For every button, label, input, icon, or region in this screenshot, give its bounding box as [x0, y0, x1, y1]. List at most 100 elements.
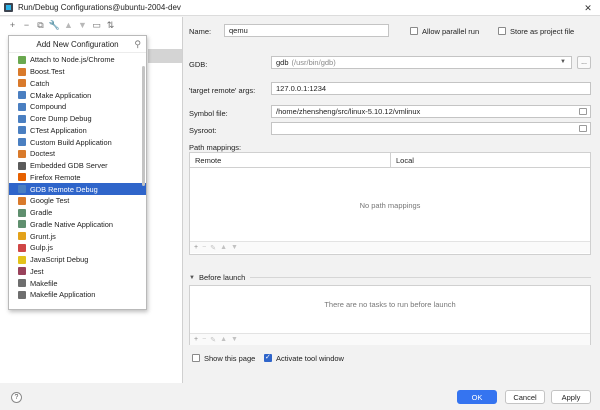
edit-icon[interactable]: ✎ [210, 244, 216, 252]
allow-parallel-checkbox[interactable] [410, 27, 418, 35]
makefile-app-icon [18, 290, 26, 299]
store-project-checkbox[interactable] [498, 27, 506, 35]
column-header-remote[interactable]: Remote [190, 153, 391, 168]
add-icon[interactable]: + [194, 244, 198, 251]
config-type-label: Firefox Remote [30, 172, 81, 182]
before-launch-tasks: There are no tasks to run before launch … [189, 285, 591, 345]
coredump-icon [18, 114, 26, 123]
no-mappings-text: No path mappings [359, 201, 421, 210]
config-type-item[interactable]: Core Dump Debug [9, 113, 146, 125]
config-type-item[interactable]: Doctest [9, 148, 146, 160]
gdb-select[interactable]: gdb (/usr/bin/gdb) ▼ [271, 56, 572, 69]
before-launch-section[interactable]: ▼ Before launch [189, 273, 591, 282]
arrow-down-icon[interactable]: ▼ [231, 336, 238, 343]
symbol-file-label: Symbol file: [189, 109, 228, 118]
close-window-button[interactable]: ✕ [576, 0, 600, 16]
mappings-toolbar: + − ✎ ▲ ▼ [190, 241, 590, 253]
activate-tool-checkbox[interactable] [264, 353, 272, 362]
activate-tool-label: Activate tool window [276, 354, 344, 363]
apply-button[interactable]: Apply [551, 390, 591, 404]
sysroot-field[interactable] [271, 122, 591, 135]
browse-folder-icon[interactable] [579, 125, 587, 132]
target-remote-field[interactable]: 127.0.0.1:1234 [271, 82, 591, 95]
gdb-remote-icon [18, 185, 26, 194]
config-type-item[interactable]: CTest Application [9, 125, 146, 137]
popup-scrollbar[interactable] [142, 66, 145, 186]
gdb-path: (/usr/bin/gdb) [291, 58, 336, 67]
store-project-label: Store as project file [510, 27, 575, 36]
copy-icon[interactable]: ⧉ [34, 19, 47, 32]
config-type-item[interactable]: Firefox Remote [9, 172, 146, 184]
help-button[interactable]: ? [11, 392, 22, 403]
arrow-up-icon[interactable]: ▲ [220, 336, 227, 343]
remove-icon[interactable]: − [202, 244, 206, 251]
remove-icon[interactable]: − [20, 19, 33, 32]
folder-icon[interactable]: ▭ [90, 19, 103, 32]
config-type-item[interactable]: Makefile Application [9, 289, 146, 301]
popup-header: Add New Configuration ⚲ [9, 36, 146, 53]
gradle-icon [18, 208, 26, 217]
config-type-item[interactable]: Attach to Node.js/Chrome [9, 54, 146, 66]
add-icon[interactable]: + [194, 336, 198, 343]
js-debug-icon [18, 255, 26, 264]
boost-icon [18, 67, 26, 76]
symbol-file-value: /home/zhensheng/src/linux-5.10.12/vmlinu… [276, 107, 421, 116]
doctest-icon [18, 149, 26, 158]
config-type-item[interactable]: Makefile [9, 277, 146, 289]
sort-icon[interactable]: ⇅ [104, 19, 117, 32]
google-test-icon [18, 196, 26, 205]
config-type-item[interactable]: JavaScript Debug [9, 254, 146, 266]
config-type-item[interactable]: Gradle [9, 207, 146, 219]
browse-folder-icon[interactable] [579, 108, 587, 115]
embedded-gdb-icon [18, 161, 26, 170]
config-type-item[interactable]: Gulp.js [9, 242, 146, 254]
node-icon [18, 55, 26, 64]
sysroot-label: Sysroot: [189, 126, 217, 135]
config-type-item[interactable]: Compound [9, 101, 146, 113]
symbol-file-field[interactable]: /home/zhensheng/src/linux-5.10.12/vmlinu… [271, 105, 591, 118]
add-icon[interactable]: + [6, 19, 19, 32]
ok-button[interactable]: OK [457, 390, 497, 404]
selected-config-row[interactable] [148, 49, 182, 63]
gradle-native-icon [18, 220, 26, 229]
config-toolbar: + − ⧉ 🔧 ▲ ▼ ▭ ⇅ [0, 17, 182, 33]
edit-icon[interactable]: ✎ [210, 336, 216, 344]
arrow-up-icon[interactable]: ▲ [220, 244, 227, 251]
config-type-item[interactable]: Grunt.js [9, 230, 146, 242]
arrow-down-icon[interactable]: ▼ [231, 244, 238, 251]
wrench-icon[interactable]: 🔧 [48, 19, 61, 32]
config-type-item[interactable]: Catch [9, 78, 146, 90]
config-type-item[interactable]: Google Test [9, 195, 146, 207]
path-mappings-table: Remote Local No path mappings + − ✎ ▲ ▼ [189, 152, 591, 255]
chevron-down-icon: ▼ [560, 59, 566, 65]
config-type-item[interactable]: Gradle Native Application [9, 219, 146, 231]
config-type-label: CTest Application [30, 125, 87, 135]
arrow-up-icon[interactable]: ▲ [62, 19, 75, 32]
collapse-chevron-icon[interactable]: ▼ [189, 275, 195, 281]
config-type-label: Jest [30, 266, 44, 276]
column-header-local[interactable]: Local [391, 153, 590, 168]
config-type-item[interactable]: Embedded GDB Server [9, 160, 146, 172]
config-type-item[interactable]: Boost.Test [9, 66, 146, 78]
show-page-label: Show this page [204, 354, 256, 363]
name-field[interactable]: qemu [224, 24, 389, 37]
section-divider [250, 277, 591, 278]
gdb-browse-button[interactable]: ... [577, 56, 591, 69]
config-type-item[interactable]: CMake Application [9, 89, 146, 101]
cancel-button[interactable]: Cancel [505, 390, 545, 404]
config-type-item[interactable]: Custom Build Application [9, 136, 146, 148]
target-remote-label: 'target remote' args: [189, 86, 256, 95]
before-launch-label: Before launch [198, 273, 246, 282]
config-type-label: Attach to Node.js/Chrome [30, 55, 115, 65]
popup-title: Add New Configuration [36, 39, 119, 49]
config-type-item[interactable]: GDB Remote Debug [9, 183, 146, 195]
show-page-checkbox[interactable] [192, 354, 200, 362]
config-type-label: Gradle Native Application [30, 219, 113, 229]
config-type-item[interactable]: Jest [9, 266, 146, 278]
remove-icon[interactable]: − [202, 336, 206, 343]
config-type-label: Catch [30, 78, 50, 88]
config-type-label: Grunt.js [30, 231, 56, 241]
config-type-label: Custom Build Application [30, 137, 112, 147]
pin-icon[interactable]: ⚲ [134, 39, 141, 50]
arrow-down-icon[interactable]: ▼ [76, 19, 89, 32]
